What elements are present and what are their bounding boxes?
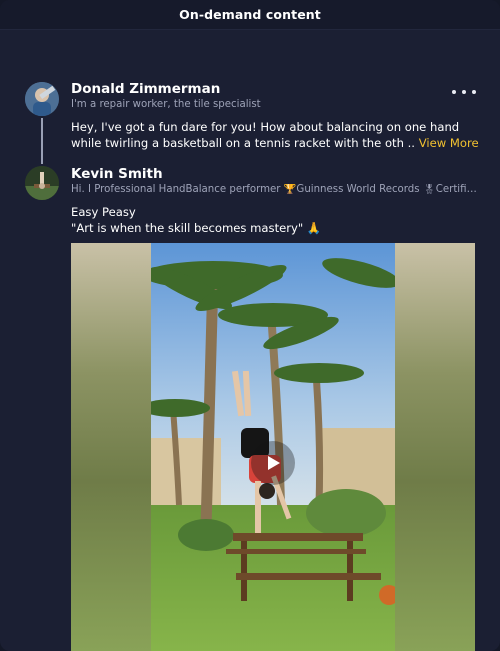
video-blur-left <box>71 243 151 651</box>
reply-line-2: "Art is when the skill becomes mastery" … <box>71 221 322 235</box>
donald-avatar[interactable] <box>25 82 59 116</box>
user-photo-icon <box>25 82 59 116</box>
more-options-dot <box>462 90 466 94</box>
reply-line-1: Easy Peasy <box>71 205 136 219</box>
post-text: Hey, I've got a fun dare for you! How ab… <box>71 119 481 151</box>
panel-header: On-demand content <box>0 0 500 30</box>
post-body: Hey, I've got a fun dare for you! How ab… <box>71 120 460 150</box>
author-name[interactable]: Kevin Smith <box>71 166 163 182</box>
author-bio: I'm a repair worker, the tile specialist <box>71 99 261 110</box>
panel-title: On-demand content <box>179 7 321 22</box>
thread-connector <box>41 118 43 164</box>
more-options-button[interactable] <box>452 86 476 98</box>
view-more-link[interactable]: View More <box>419 136 479 150</box>
on-demand-panel: On-demand content Donald Zimmerman I'm a… <box>0 0 500 651</box>
play-icon <box>268 456 280 470</box>
author-name[interactable]: Donald Zimmerman <box>71 81 220 97</box>
reply-text: Easy Peasy "Art is when the skill become… <box>71 204 481 236</box>
kevin-avatar[interactable] <box>25 166 59 200</box>
video-blur-right <box>395 243 475 651</box>
author-bio: Hi. I Professional HandBalance performer… <box>71 184 481 195</box>
more-options-dot <box>472 90 476 94</box>
user-photo-icon <box>25 166 59 200</box>
play-button[interactable] <box>251 441 295 485</box>
video-player[interactable] <box>71 243 475 651</box>
more-options-icon <box>452 90 456 94</box>
